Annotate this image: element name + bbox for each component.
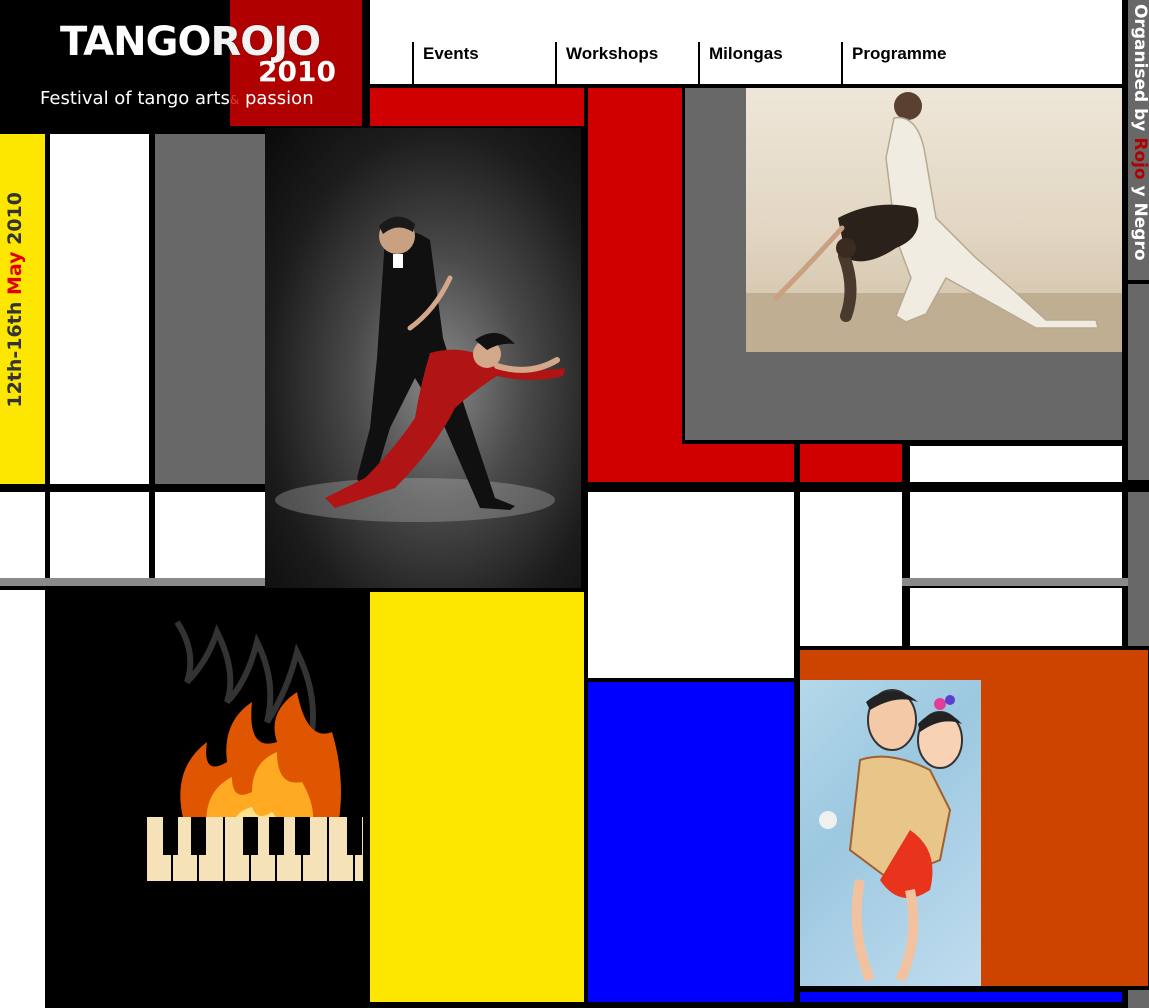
tagline-text: Festival of tango arts (40, 88, 230, 109)
white-block (0, 492, 45, 578)
gray-block (1128, 284, 1149, 480)
blue-block (800, 992, 1122, 1002)
logo-year: 2010 (258, 55, 336, 88)
white-block (588, 492, 794, 678)
gray-rule (902, 578, 1128, 586)
white-block (910, 446, 1122, 482)
white-block (910, 492, 1122, 578)
gray-rule (0, 578, 265, 586)
red-block (370, 88, 584, 126)
tango-painting-illustration (819, 689, 963, 983)
blue-block (588, 682, 794, 1002)
main-nav: Events Workshops Milongas Programme (370, 0, 1122, 84)
nav-workshops[interactable]: Workshops (555, 42, 698, 84)
gray-block (1128, 492, 1149, 646)
white-block (910, 588, 1122, 646)
red-block (800, 444, 902, 482)
burning-piano-illustration (147, 620, 363, 881)
tagline-ampersand: & (229, 93, 240, 107)
gray-block (1128, 990, 1149, 1008)
tagline-text-end: passion (239, 88, 314, 109)
tango-couple-photo (265, 128, 581, 588)
nav-milongas[interactable]: Milongas (698, 42, 841, 84)
burning-piano-photo (147, 612, 363, 892)
tagline: Festival of tango arts& passion (40, 88, 314, 109)
red-block (588, 88, 682, 482)
sepia-tango-photo (746, 88, 1122, 352)
white-block (0, 590, 45, 1008)
tango-couple-illustration (275, 216, 565, 522)
white-block (50, 492, 149, 578)
gray-block (155, 134, 265, 484)
nav-programme[interactable]: Programme (841, 42, 984, 84)
white-block (155, 492, 265, 578)
festival-dates: 12th-16th May 2010 (4, 192, 26, 408)
logo-word-tango: TANGO (60, 19, 211, 65)
red-block (682, 444, 794, 482)
organiser-credit: Organised by Rojo y Negro (1130, 4, 1149, 261)
yellow-block (370, 592, 584, 1002)
tango-painting (800, 680, 981, 986)
white-block (50, 134, 149, 484)
sepia-tango-illustration (746, 92, 1122, 352)
white-block (800, 492, 902, 646)
nav-events[interactable]: Events (412, 42, 555, 84)
